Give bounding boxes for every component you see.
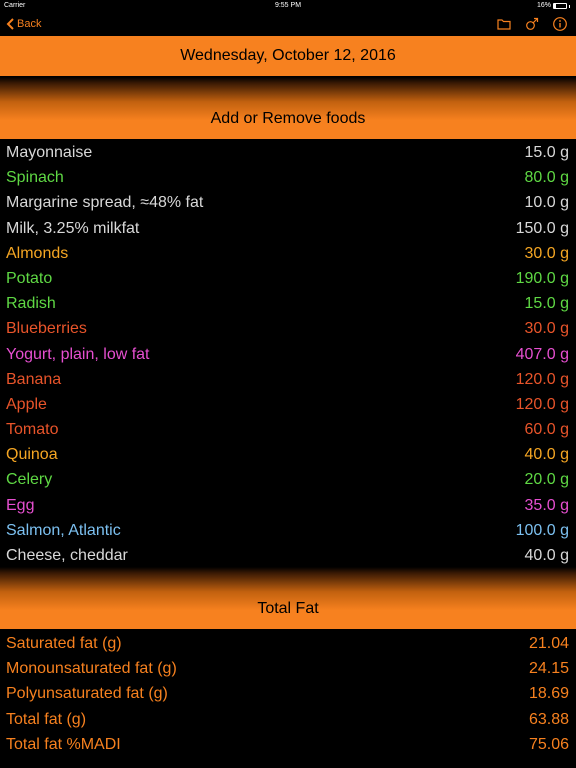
food-row[interactable]: Radish 15.0 g	[0, 291, 576, 316]
status-time: 9:55 PM	[274, 2, 302, 9]
fat-name: Saturated fat (g)	[6, 635, 122, 652]
food-row[interactable]: Yogurt, plain, low fat 407.0 g	[0, 342, 576, 367]
date-header[interactable]: Wednesday, October 12, 2016	[0, 36, 576, 76]
fat-value: 18.69	[528, 685, 569, 703]
food-amount: 150.0 g	[515, 219, 569, 237]
food-row[interactable]: Blueberries 30.0 g	[0, 316, 576, 341]
total-fat-header: Total Fat	[0, 567, 576, 629]
food-name: Blueberries	[6, 320, 87, 338]
food-amount: 15.0 g	[524, 295, 569, 313]
food-row[interactable]: Salmon, Atlantic 100.0 g	[0, 518, 576, 543]
food-row[interactable]: Banana 120.0 g	[0, 367, 576, 392]
food-list: Mayonnaise 15.0 g Spinach 80.0 g Margarine s…	[0, 140, 576, 568]
food-row[interactable]: Cheese, cheddar 40.0 g	[0, 543, 576, 568]
food-name: Spinach	[6, 169, 64, 187]
food-name: Yogurt, plain, low fat	[6, 345, 150, 363]
fat-name: Polyunsaturated fat (g)	[6, 685, 168, 703]
add-remove-foods-label: Add or Remove foods	[210, 110, 366, 127]
food-name: Potato	[6, 269, 53, 287]
total-fat-label: Total Fat	[257, 600, 319, 617]
fat-name: Total fat %MADI	[6, 735, 121, 753]
food-amount: 10.0 g	[524, 194, 569, 212]
back-label: Back	[17, 18, 42, 30]
fat-name: Total fat (g)	[6, 710, 87, 728]
battery-percent: 16%	[536, 2, 551, 9]
food-name: Milk, 3.25% milkfat	[6, 219, 140, 237]
fat-row: Monounsaturated fat (g) 24.15	[0, 656, 576, 681]
food-name: Almonds	[6, 244, 69, 262]
fat-summary-list: Saturated fat (g) 21.04 Monounsaturated fa…	[0, 631, 576, 757]
food-name: Egg	[6, 496, 35, 514]
food-name: Banana	[6, 370, 62, 388]
food-amount: 40.0 g	[524, 446, 569, 464]
fat-row: Total fat (g) 63.88	[0, 707, 576, 732]
food-name: Celery	[6, 471, 53, 489]
navigation-bar: Back	[0, 12, 576, 36]
gender-icon[interactable]	[524, 16, 540, 32]
food-amount: 60.0 g	[524, 421, 569, 439]
food-amount: 407.0 g	[515, 345, 569, 363]
food-name: Margarine spread, ≈48% fat	[6, 194, 204, 212]
food-row[interactable]: Celery 20.0 g	[0, 467, 576, 492]
fat-value: 21.04	[528, 635, 569, 652]
food-amount: 190.0 g	[515, 269, 569, 287]
food-amount: 100.0 g	[515, 521, 569, 539]
food-amount: 15.0 g	[524, 144, 569, 161]
fat-value: 75.06	[528, 735, 569, 753]
fat-name: Monounsaturated fat (g)	[6, 660, 177, 678]
food-amount: 30.0 g	[524, 320, 569, 338]
chevron-left-icon	[6, 18, 14, 30]
food-row[interactable]: Milk, 3.25% milkfat 150.0 g	[0, 216, 576, 241]
back-button[interactable]: Back	[6, 15, 41, 33]
food-name: Salmon, Atlantic	[6, 521, 121, 539]
battery-icon	[553, 3, 567, 9]
food-row[interactable]: Apple 120.0 g	[0, 392, 576, 417]
food-name: Apple	[6, 395, 47, 413]
info-icon[interactable]	[552, 16, 568, 32]
food-amount: 35.0 g	[524, 496, 569, 514]
food-name: Quinoa	[6, 446, 58, 464]
food-row[interactable]: Margarine spread, ≈48% fat 10.0 g	[0, 190, 576, 215]
status-bar: Carrier 9:55 PM 16%	[0, 0, 576, 12]
food-amount: 30.0 g	[524, 244, 569, 262]
add-remove-foods-button[interactable]: Add or Remove foods	[0, 77, 576, 139]
food-name: Mayonnaise	[6, 144, 93, 161]
fat-row: Polyunsaturated fat (g) 18.69	[0, 681, 576, 706]
food-row[interactable]: Quinoa 40.0 g	[0, 442, 576, 467]
food-amount: 80.0 g	[524, 169, 569, 187]
food-row[interactable]: Mayonnaise 15.0 g	[0, 140, 576, 165]
food-row[interactable]: Spinach 80.0 g	[0, 165, 576, 190]
folder-icon[interactable]	[496, 16, 512, 32]
food-name: Radish	[6, 295, 56, 313]
fat-row: Saturated fat (g) 21.04	[0, 631, 576, 656]
food-amount: 20.0 g	[524, 471, 569, 489]
food-row[interactable]: Tomato 60.0 g	[0, 417, 576, 442]
food-amount: 120.0 g	[515, 395, 569, 413]
food-name: Tomato	[6, 421, 59, 439]
food-name: Cheese, cheddar	[6, 547, 128, 564]
fat-value: 63.88	[528, 710, 569, 728]
fat-value: 24.15	[528, 660, 569, 678]
food-amount: 120.0 g	[515, 370, 569, 388]
food-amount: 40.0 g	[524, 547, 569, 564]
food-row[interactable]: Almonds 30.0 g	[0, 241, 576, 266]
fat-row: Total fat %MADI 75.06	[0, 732, 576, 757]
food-row[interactable]: Potato 190.0 g	[0, 266, 576, 291]
food-row[interactable]: Egg 35.0 g	[0, 493, 576, 518]
battery-indicator: 16%	[537, 0, 570, 12]
